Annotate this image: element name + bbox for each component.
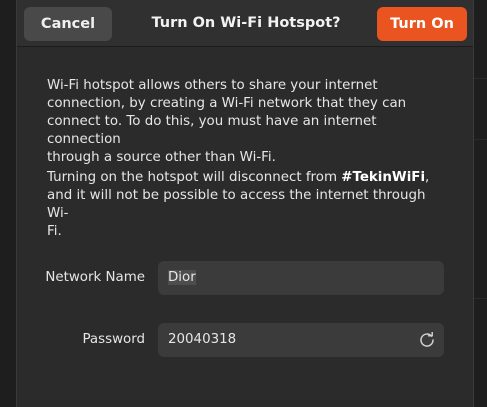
network-name-label: Network Name: [45, 270, 145, 285]
network-name-value: Dior: [168, 270, 196, 285]
password-input[interactable]: 20040318: [158, 323, 444, 357]
cancel-button[interactable]: Cancel: [24, 7, 112, 41]
password-label: Password: [82, 332, 145, 347]
hotspot-dialog: Cancel Turn On Wi-Fi Hotspot? Turn On Wi…: [16, 0, 474, 407]
description-line: connect to. To do this, you must have an…: [47, 114, 377, 147]
network-ssid: #TekinWiFi: [341, 170, 426, 185]
dialog-title: Turn On Wi-Fi Hotspot?: [151, 15, 341, 31]
dialog-header: Cancel Turn On Wi-Fi Hotspot? Turn On: [17, 0, 473, 47]
warning-prefix: Turning on the hotspot will disconnect f…: [47, 170, 342, 185]
description-line: Wi-Fi hotspot allows others to share you…: [47, 78, 378, 93]
description-line: connection, by creating a Wi-Fi network …: [47, 96, 407, 111]
turn-on-button[interactable]: Turn On: [377, 7, 467, 41]
network-name-input[interactable]: Dior: [158, 261, 444, 295]
password-value: 20040318: [168, 332, 237, 347]
warning-suffix: ,: [425, 170, 430, 185]
warning-line: Fi.: [47, 224, 62, 239]
warning-line: Turning on the hotspot will disconnect f…: [47, 169, 449, 187]
hotspot-description: Wi-Fi hotspot allows others to share you…: [47, 77, 449, 167]
disconnect-warning: Turning on the hotspot will disconnect f…: [47, 169, 449, 241]
warning-line: and it will not be possible to access th…: [47, 188, 426, 221]
description-line: through a source other than Wi-Fi.: [47, 150, 276, 165]
refresh-icon[interactable]: [419, 332, 435, 348]
